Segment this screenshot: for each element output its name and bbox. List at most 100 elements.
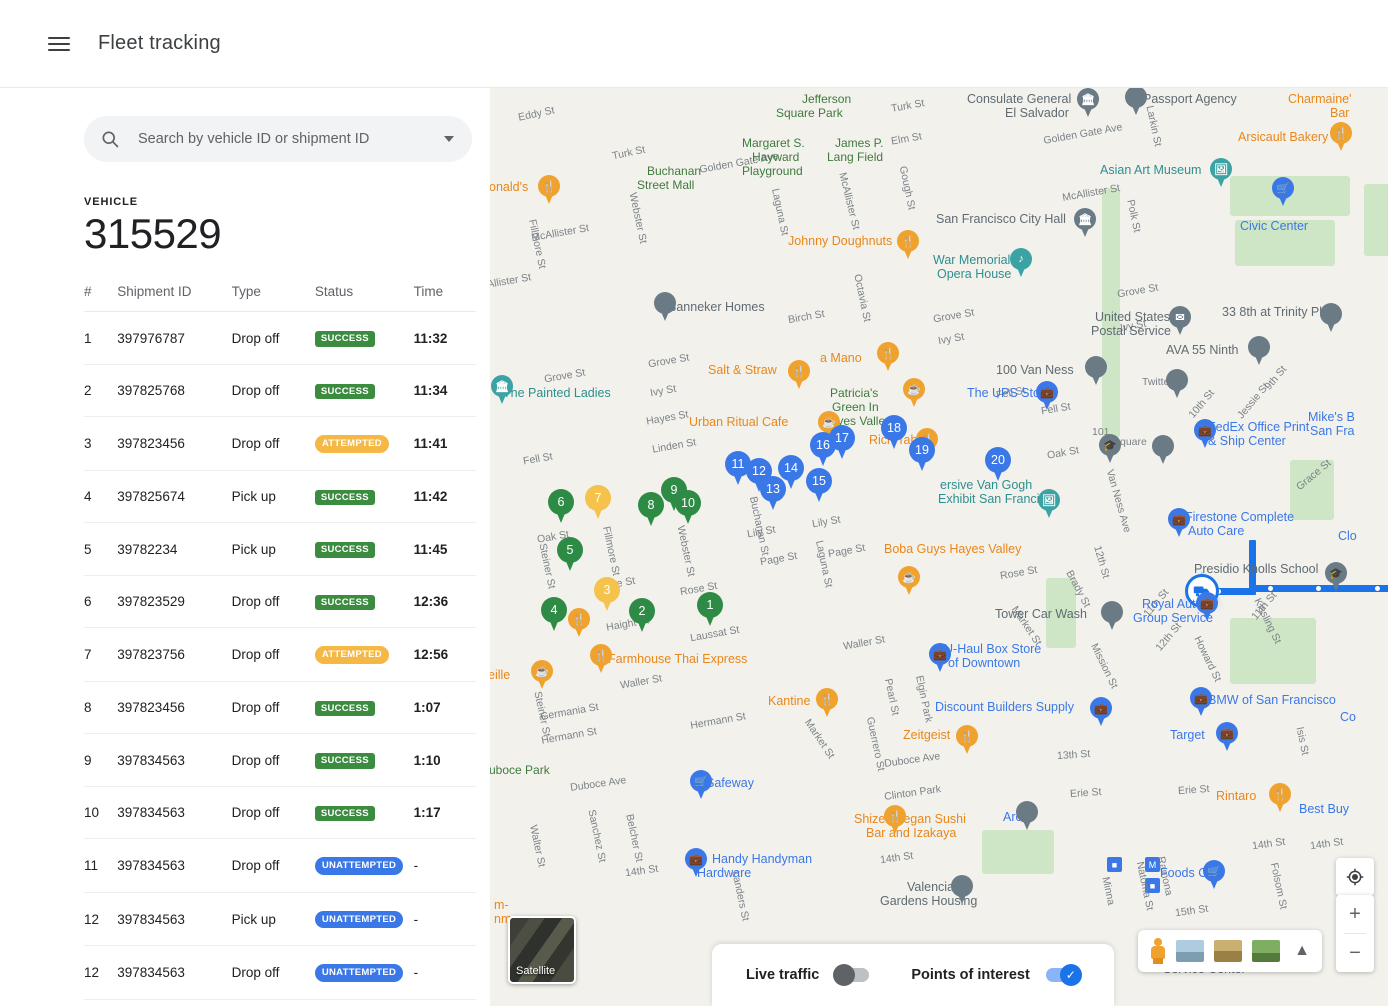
table-row[interactable]: 12397834563Drop offUNATTEMPTED- [84, 946, 476, 1000]
table-row[interactable]: 12397834563Pick upUNATTEMPTED- [84, 892, 476, 946]
poi-marker-icon[interactable]: 🏛 [1074, 208, 1096, 238]
poi-marker-icon[interactable]: 🍴 [1330, 122, 1352, 152]
live-traffic-switch[interactable] [835, 968, 869, 982]
poi-marker-icon[interactable]: ♪ [1010, 248, 1032, 278]
poi-marker-icon[interactable] [1016, 801, 1038, 831]
poi-marker-icon[interactable]: 🎓 [1099, 434, 1121, 464]
street-label: Germania St [539, 701, 599, 723]
stop-marker-10[interactable]: 10 [675, 490, 701, 526]
table-row[interactable]: 1397976787Drop offSUCCESS11:32 [84, 312, 476, 365]
poi-marker-icon[interactable]: 🏛 [1077, 88, 1099, 118]
stop-marker-3[interactable]: 3 [594, 577, 620, 613]
stop-marker-14[interactable]: 14 [778, 455, 804, 491]
imagery-thumbnail[interactable] [1214, 940, 1242, 962]
poi-marker-icon[interactable]: 💼 [1216, 722, 1238, 752]
street-label: Steiner St [536, 542, 557, 590]
poi-marker-icon[interactable]: ☕ [531, 660, 553, 690]
table-row[interactable]: 4397825674Pick upSUCCESS11:42 [84, 470, 476, 523]
stop-marker-4[interactable]: 4 [541, 597, 567, 633]
poi-marker-icon[interactable]: ☕ [903, 378, 925, 408]
poi-marker-icon[interactable]: 🍴 [956, 725, 978, 755]
table-row[interactable]: 10397834563Drop offSUCCESS1:17 [84, 786, 476, 839]
poi-marker-icon[interactable]: 💼 [1196, 592, 1218, 622]
cell-shipment: 397834563 [117, 946, 231, 1000]
my-location-icon[interactable] [1336, 858, 1374, 896]
poi-marker-icon[interactable]: 🛒 [1272, 177, 1294, 207]
stop-marker-1[interactable]: 1 [697, 592, 723, 628]
stop-marker-5[interactable]: 5 [557, 537, 583, 573]
table-row[interactable]: 13397834563Drop offUNATTEMPTED- [84, 999, 476, 1006]
poi-marker-icon[interactable]: ☕ [898, 566, 920, 596]
stop-marker-18[interactable]: 18 [881, 415, 907, 451]
imagery-thumbnail[interactable] [1176, 940, 1204, 962]
poi-marker-icon[interactable] [1152, 435, 1174, 465]
poi-marker-icon[interactable] [654, 292, 676, 322]
search-bar[interactable]: Search by vehicle ID or shipment ID [84, 116, 472, 162]
poi-marker-icon[interactable]: 🍴 [884, 805, 906, 835]
table-row[interactable]: 9397834563Drop offSUCCESS1:10 [84, 734, 476, 787]
poi-marker-icon[interactable]: 🍴 [788, 360, 810, 390]
poi-marker-icon[interactable]: ✉ [1169, 306, 1191, 336]
stop-marker-7[interactable]: 7 [585, 485, 611, 521]
poi-marker-icon[interactable] [1248, 336, 1270, 366]
place-label: Lang Field [827, 150, 883, 164]
street-view-pegman-icon[interactable] [1150, 938, 1166, 964]
poi-marker-icon[interactable]: 🍴 [538, 175, 560, 205]
poi-marker-icon[interactable]: 🏛 [491, 375, 513, 405]
poi-marker-icon[interactable] [951, 875, 973, 905]
poi-marker-icon[interactable]: 🛒 [1203, 860, 1225, 890]
place-label: Firestone Complete [1185, 510, 1294, 524]
poi-marker-icon[interactable] [1320, 303, 1342, 333]
poi-marker-icon[interactable]: 🖼 [1210, 158, 1232, 188]
poi-marker-icon[interactable]: 🎓 [1325, 562, 1347, 592]
table-row[interactable]: 2397825768Drop offSUCCESS11:34 [84, 364, 476, 417]
poi-marker-icon[interactable]: 🍴 [590, 644, 612, 674]
poi-marker-icon[interactable]: 💼 [685, 848, 707, 878]
poi-marker-icon[interactable]: 💼 [1190, 687, 1212, 717]
table-row[interactable]: 6397823529Drop offSUCCESS12:36 [84, 575, 476, 628]
poi-marker-icon[interactable]: 💼 [1168, 508, 1190, 538]
basemap-switcher[interactable]: Satellite [508, 916, 576, 984]
poi-marker-icon[interactable] [1085, 356, 1107, 386]
poi-marker-icon[interactable]: 🍴 [568, 608, 590, 638]
table-row[interactable]: 3397823456Drop offATTEMPTED11:41 [84, 417, 476, 471]
search-input[interactable]: Search by vehicle ID or shipment ID [138, 131, 444, 147]
poi-marker-icon[interactable]: 🍴 [1269, 783, 1291, 813]
stop-marker-2[interactable]: 2 [629, 598, 655, 634]
cell-status: UNATTEMPTED [315, 999, 414, 1006]
poi-marker-icon[interactable]: 🛒 [690, 770, 712, 800]
zoom-in-button[interactable]: + [1336, 895, 1374, 933]
table-row[interactable]: 11397834563Drop offUNATTEMPTED- [84, 839, 476, 893]
points-of-interest-switch[interactable]: ✓ [1046, 968, 1080, 982]
stop-marker-6[interactable]: 6 [548, 489, 574, 525]
table-row[interactable]: 7397823756Drop offATTEMPTED12:56 [84, 628, 476, 682]
poi-marker-icon[interactable] [1125, 88, 1147, 116]
poi-marker-icon[interactable]: 🍴 [816, 688, 838, 718]
zoom-out-button[interactable]: − [1336, 934, 1374, 972]
street-label: Clinton Park [883, 783, 941, 803]
poi-marker-icon[interactable]: 🍴 [897, 230, 919, 260]
poi-marker-icon[interactable] [1101, 601, 1123, 631]
chevron-up-icon[interactable]: ▲ [1294, 942, 1310, 960]
toggle-live-traffic[interactable]: Live traffic [746, 967, 869, 983]
cell-time: 12:36 [414, 575, 476, 628]
poi-marker-icon[interactable] [1166, 369, 1188, 399]
poi-marker-icon[interactable]: 💼 [1036, 381, 1058, 411]
imagery-thumbnail[interactable] [1252, 940, 1280, 962]
table-row[interactable]: 8397823456Drop offSUCCESS1:07 [84, 681, 476, 734]
poi-marker-icon[interactable]: 🖼 [1038, 489, 1060, 519]
poi-marker-icon[interactable]: 💼 [1194, 419, 1216, 449]
map-view[interactable]: ■ ■ i ■ M ■ ■ ■ ■ ■ Eddy StTurk StTurk S… [490, 88, 1388, 1006]
table-row[interactable]: 539782234Pick upSUCCESS11:45 [84, 523, 476, 576]
stop-marker-17[interactable]: 17 [829, 425, 855, 461]
chevron-down-icon[interactable] [444, 136, 454, 142]
toggle-points-of-interest[interactable]: Points of interest ✓ [911, 967, 1079, 983]
hamburger-menu-icon[interactable] [48, 33, 70, 55]
stop-marker-19[interactable]: 19 [909, 437, 935, 473]
map-canvas[interactable]: ■ ■ i ■ M ■ ■ ■ ■ ■ Eddy StTurk StTurk S… [490, 88, 1388, 1006]
poi-marker-icon[interactable]: 💼 [1090, 697, 1112, 727]
poi-marker-icon[interactable]: 💼 [929, 643, 951, 673]
stop-marker-20[interactable]: 20 [985, 447, 1011, 483]
stop-marker-15[interactable]: 15 [806, 468, 832, 504]
poi-marker-icon[interactable]: 🍴 [877, 342, 899, 372]
